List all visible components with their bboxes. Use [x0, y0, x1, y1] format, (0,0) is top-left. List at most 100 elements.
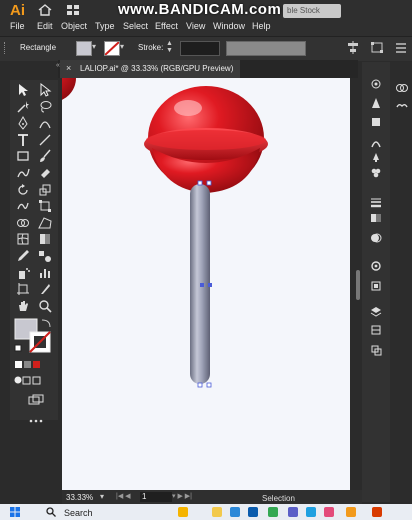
warp-icon[interactable] [14, 198, 32, 214]
paint-icon[interactable] [370, 150, 382, 162]
chevron-down-icon[interactable]: ▾ [92, 42, 96, 51]
more-tools-icon[interactable] [28, 416, 44, 423]
variable-width-dropdown[interactable] [226, 41, 306, 56]
illustrator-taskbar-icon[interactable] [346, 507, 356, 517]
photos-icon[interactable] [324, 507, 334, 517]
shape-builder-icon[interactable] [14, 215, 32, 231]
cc-libraries-icon[interactable] [396, 100, 408, 112]
menu-object[interactable]: Object [61, 21, 87, 31]
transparency-icon[interactable] [370, 232, 382, 244]
hand-icon[interactable] [14, 298, 32, 314]
shaper-icon[interactable] [14, 165, 32, 181]
perspective-icon[interactable] [36, 215, 54, 231]
stroke-weight-stepper[interactable]: ▲ ▼ [166, 40, 176, 55]
mesh-icon[interactable] [14, 231, 32, 247]
close-icon[interactable]: × [66, 63, 71, 73]
edge-icon[interactable] [306, 507, 316, 517]
layers-icon[interactable] [370, 306, 382, 318]
zoom-level[interactable]: 33.33% [66, 493, 93, 502]
taskbar-search[interactable]: Search [64, 508, 93, 518]
stroke-label[interactable]: Stroke: [138, 43, 163, 52]
store-icon[interactable] [230, 507, 240, 517]
artboards-panel-icon[interactable] [370, 324, 382, 336]
menu-icon[interactable] [394, 41, 408, 54]
draw-mode-icon[interactable] [14, 360, 42, 369]
collapse-panel-icon[interactable]: « [56, 62, 60, 69]
media-player-icon[interactable] [372, 507, 382, 517]
line-icon[interactable] [36, 132, 54, 148]
artboard-number-input[interactable]: 1 [140, 492, 172, 502]
artboards-screen-icon[interactable] [28, 394, 44, 405]
artwork [62, 78, 268, 388]
pen-icon[interactable] [14, 115, 32, 131]
first-artboard-icon[interactable]: |◀ ◀ [116, 492, 131, 500]
vertical-scrollbar[interactable] [356, 270, 360, 300]
rotate-icon[interactable] [14, 182, 32, 198]
menu-edit[interactable]: Edit [37, 21, 53, 31]
type-icon[interactable] [14, 132, 32, 148]
search-icon[interactable] [46, 507, 56, 517]
magic-wand-icon[interactable] [14, 99, 32, 115]
stroke-panel-icon[interactable] [370, 196, 382, 208]
screen-mode-icon[interactable] [14, 376, 42, 385]
symbol-sprayer-icon[interactable] [14, 265, 32, 281]
menu-effect[interactable]: Effect [155, 21, 178, 31]
partial-red-shape [62, 78, 76, 100]
chevron-down-icon[interactable]: ▾ [120, 42, 124, 51]
fill-swatch[interactable] [76, 41, 92, 56]
anchor-point [206, 180, 212, 186]
zoom-icon[interactable] [36, 298, 54, 314]
paintbrush-icon[interactable] [36, 148, 54, 164]
teams-icon[interactable] [288, 507, 298, 517]
slice-icon[interactable] [36, 281, 54, 297]
graph-icon[interactable] [36, 265, 54, 281]
grid-icon[interactable] [66, 4, 80, 16]
properties-icon[interactable] [370, 78, 382, 90]
free-transform-icon[interactable] [36, 198, 54, 214]
libraries-icon[interactable] [370, 116, 382, 128]
appearance-icon[interactable] [370, 260, 382, 272]
menu-type[interactable]: Type [95, 21, 115, 31]
stroke-swatch[interactable] [104, 41, 120, 56]
zoom-chevron-icon[interactable]: ▾ [100, 492, 104, 501]
file-explorer-icon[interactable] [212, 507, 222, 517]
stroke-weight-input[interactable] [180, 41, 220, 56]
control-bar-grip[interactable] [4, 42, 7, 54]
lasso-icon[interactable] [36, 99, 54, 115]
symbols-icon[interactable] [370, 166, 382, 178]
menu-file[interactable]: File [10, 21, 25, 31]
outlook-icon[interactable] [248, 507, 258, 517]
stock-search-field[interactable]: ble Stock [283, 4, 341, 18]
eyedropper-icon[interactable] [14, 248, 32, 264]
gradient-panel-icon[interactable] [370, 212, 382, 224]
swatches-icon[interactable] [396, 82, 408, 94]
panels-dock-secondary [390, 62, 412, 502]
transform-icon[interactable] [370, 41, 384, 54]
artboard-icon[interactable] [14, 281, 32, 297]
selection-tool-icon[interactable] [14, 82, 32, 98]
next-artboard-icon[interactable]: ▾ ▶ ▶| [172, 492, 192, 500]
align-icon[interactable] [346, 41, 360, 54]
status-mode-label: Selection [262, 494, 295, 503]
direct-selection-icon[interactable] [36, 82, 54, 98]
fill-stroke-icon[interactable] [14, 318, 54, 354]
rectangle-icon[interactable] [14, 148, 32, 164]
gradient-icon[interactable] [36, 231, 54, 247]
scale-icon[interactable] [36, 182, 54, 198]
menu-view[interactable]: View [186, 21, 205, 31]
blend-icon[interactable] [36, 248, 54, 264]
home-icon[interactable] [38, 4, 52, 16]
color-icon[interactable] [370, 96, 382, 108]
artboard-canvas[interactable] [62, 78, 350, 490]
copilot-icon[interactable] [178, 507, 188, 517]
menu-help[interactable]: Help [252, 21, 271, 31]
eraser-icon[interactable] [36, 165, 54, 181]
asset-export-icon[interactable] [370, 344, 382, 356]
windows-start-icon[interactable] [10, 507, 20, 517]
chrome-icon[interactable] [268, 507, 278, 517]
graphic-styles-icon[interactable] [370, 280, 382, 292]
menu-select[interactable]: Select [123, 21, 148, 31]
brushes-icon[interactable] [370, 136, 382, 148]
menu-window[interactable]: Window [213, 21, 245, 31]
curvature-icon[interactable] [36, 115, 54, 131]
